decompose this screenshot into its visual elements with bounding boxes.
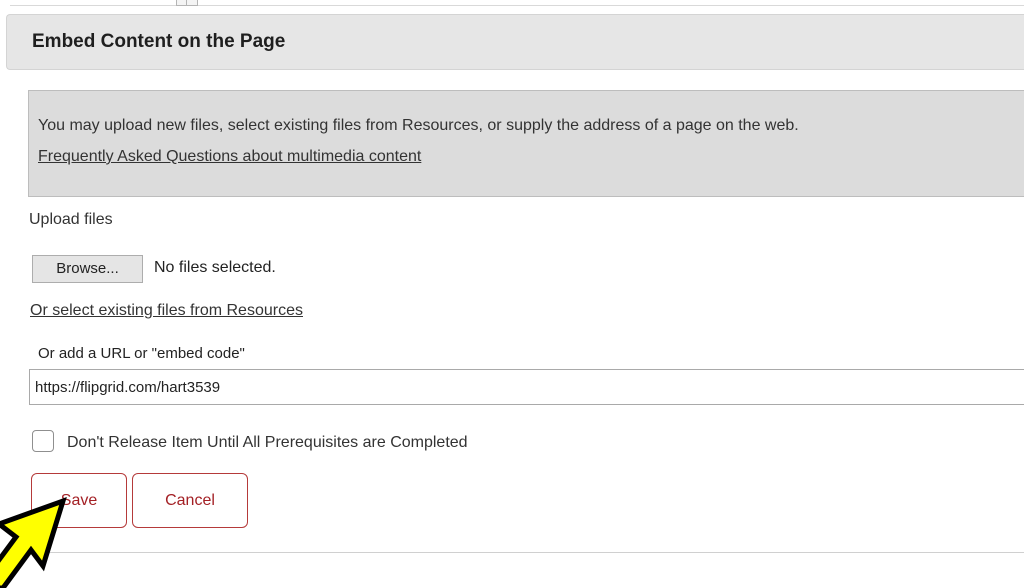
dialog-title: Embed Content on the Page: [32, 31, 286, 52]
info-text: You may upload new files, select existin…: [38, 117, 799, 134]
url-label: Or add a URL or "embed code": [38, 345, 245, 362]
bottom-divider: [28, 552, 1024, 553]
file-status-text: No files selected.: [154, 259, 276, 276]
info-box: [28, 90, 1024, 197]
url-input[interactable]: [29, 369, 1024, 405]
resize-handle-icon[interactable]: [176, 0, 198, 6]
prerequisite-checkbox[interactable]: [32, 430, 54, 452]
embed-content-panel: Embed Content on the Page You may upload…: [0, 0, 1024, 588]
top-divider: [10, 5, 1024, 6]
faq-link[interactable]: Frequently Asked Questions about multime…: [38, 147, 421, 167]
browse-button[interactable]: Browse...: [32, 255, 143, 283]
save-button[interactable]: Save: [31, 473, 127, 528]
prerequisite-label: Don't Release Item Until All Prerequisit…: [67, 434, 468, 451]
select-resources-link[interactable]: Or select existing files from Resources: [30, 301, 303, 321]
upload-files-label: Upload files: [29, 211, 113, 228]
cancel-button[interactable]: Cancel: [132, 473, 248, 528]
